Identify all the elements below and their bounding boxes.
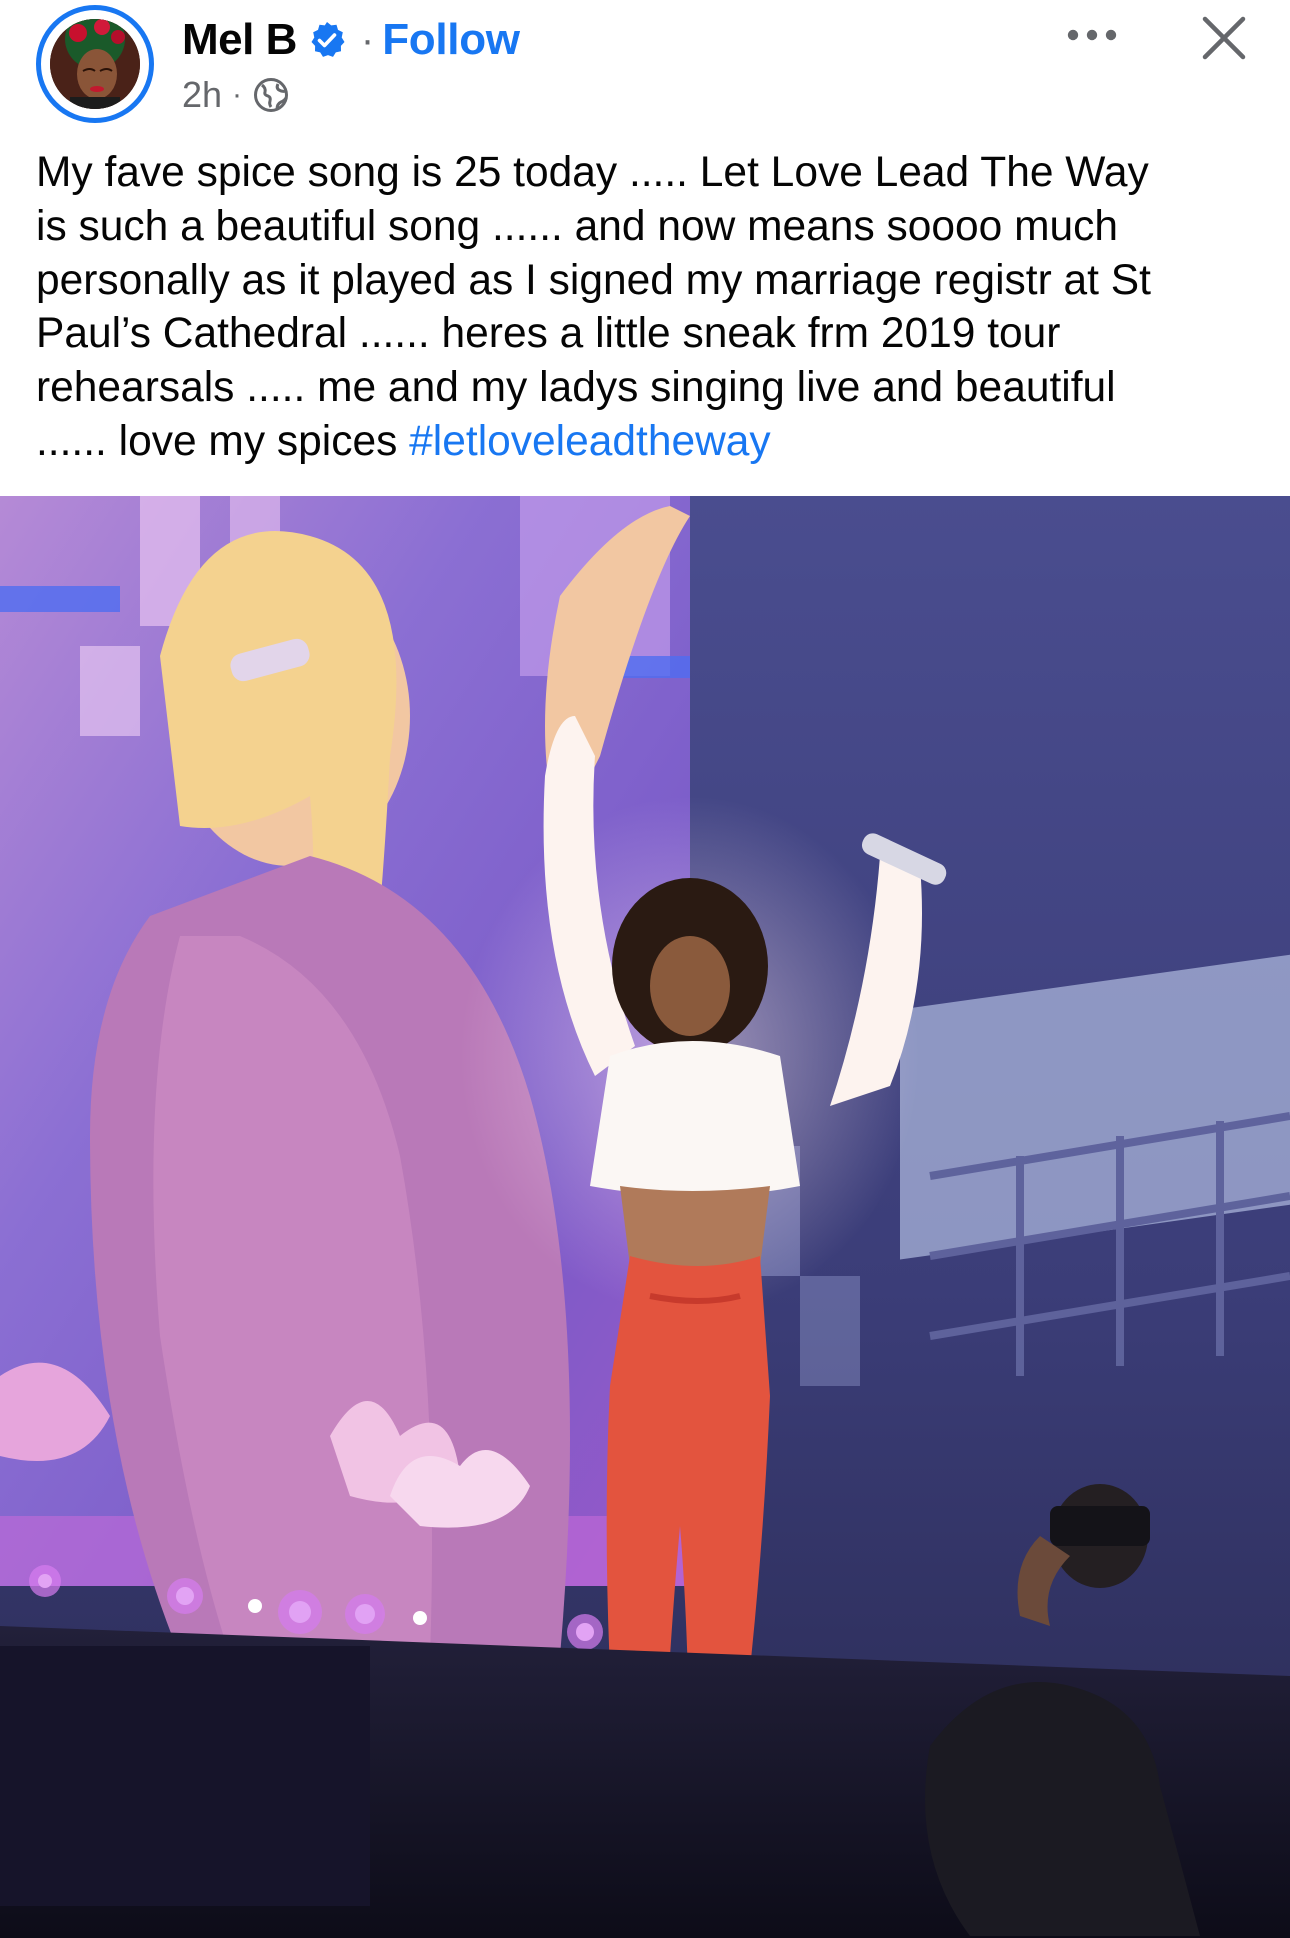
close-button[interactable]: [1192, 6, 1256, 70]
post-header: Mel B · Follow 2h ·: [0, 0, 1290, 130]
avatar-photo: [50, 19, 140, 109]
author-name[interactable]: Mel B: [182, 15, 297, 65]
author-avatar[interactable]: [36, 5, 154, 123]
more-options-button[interactable]: [1062, 10, 1122, 60]
author-line: Mel B · Follow: [182, 10, 520, 70]
follow-button[interactable]: Follow: [382, 15, 520, 65]
globe-icon: [252, 76, 290, 114]
separator-dot: ·: [360, 17, 375, 62]
more-options-icon: [1067, 29, 1117, 41]
caption-line: My fave spice song is 25 today ..... Let…: [36, 149, 1149, 196]
caption-line: is such a beautiful song ...... and now …: [36, 202, 1119, 250]
caption-last-line: ...... love my spices #letloveleadtheway: [36, 415, 1266, 469]
hashtag-link[interactable]: #letloveleadtheway: [409, 418, 771, 465]
post-meta: 2h ·: [182, 70, 290, 120]
post-timestamp[interactable]: 2h: [182, 74, 222, 116]
close-icon: [1202, 16, 1246, 60]
post-photo[interactable]: [0, 496, 1290, 1938]
post-caption: My fave spice song is 25 today ..... Let…: [36, 146, 1266, 469]
verified-badge-icon: [307, 20, 347, 60]
concert-stage-photo: [0, 496, 1290, 1938]
meta-separator-dot: ·: [232, 78, 243, 111]
caption-line: ...... love my spices: [36, 417, 410, 465]
caption-line: Paul’s Cathedral ...... heres a little s…: [36, 310, 1061, 358]
caption-line: rehearsals ..... me and my ladys singing…: [36, 364, 1116, 412]
caption-line: personally as it played as I signed my m…: [36, 256, 1151, 304]
